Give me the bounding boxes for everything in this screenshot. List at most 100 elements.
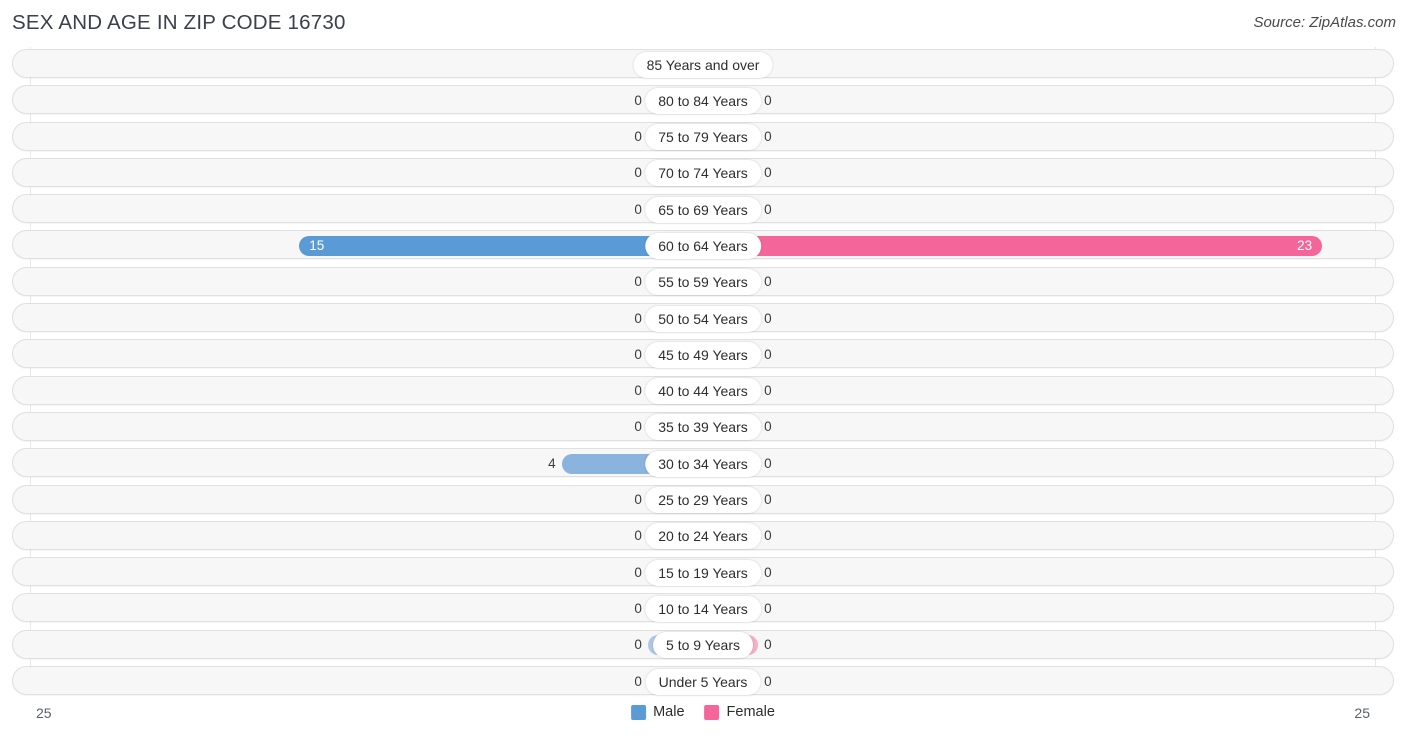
female-value-label: 0 bbox=[764, 419, 772, 435]
age-group-label: 30 to 34 Years bbox=[645, 450, 761, 477]
male-value-label: 0 bbox=[634, 564, 642, 580]
male-bar-half: 0 bbox=[30, 381, 703, 402]
age-group-label: 20 to 24 Years bbox=[645, 523, 761, 550]
male-value-label: 0 bbox=[634, 165, 642, 181]
age-group-row: 0 0 15 to 19 Years bbox=[0, 555, 1406, 591]
male-bar-half: 0 bbox=[30, 199, 703, 220]
male-bar-half: 0 bbox=[30, 562, 703, 583]
age-group-row: 0 0 45 to 49 Years bbox=[0, 337, 1406, 373]
page-title: SEX AND AGE IN ZIP CODE 16730 bbox=[12, 11, 346, 34]
age-group-row: 15 23 60 to 64 Years bbox=[0, 228, 1406, 264]
male-bar-half: 0 bbox=[30, 417, 703, 438]
female-bar-half: 0 bbox=[703, 671, 1376, 692]
female-bar-half: 0 bbox=[703, 272, 1376, 293]
male-value-label: 0 bbox=[634, 492, 642, 508]
age-group-label: 80 to 84 Years bbox=[645, 87, 761, 114]
axis-label-max: 25 bbox=[1354, 705, 1370, 721]
age-group-label: 45 to 49 Years bbox=[645, 341, 761, 368]
female-value-label: 0 bbox=[764, 346, 772, 362]
male-value-label: 0 bbox=[634, 346, 642, 362]
female-bar-half: 0 bbox=[703, 344, 1376, 365]
male-bar-half: 0 bbox=[30, 90, 703, 111]
legend-item-female[interactable]: Female bbox=[704, 704, 775, 720]
age-group-label: 40 to 44 Years bbox=[645, 378, 761, 405]
source-attribution: Source: ZipAtlas.com bbox=[1253, 14, 1396, 31]
female-value-label: 0 bbox=[764, 600, 772, 616]
female-bar-half: 0 bbox=[703, 163, 1376, 184]
chart-footer: 25 25 Male Female bbox=[0, 697, 1406, 741]
female-value-label: 0 bbox=[764, 201, 772, 217]
male-value-label: 0 bbox=[634, 310, 642, 326]
age-group-row: 0 0 75 to 79 Years bbox=[0, 120, 1406, 156]
age-group-label: 25 to 29 Years bbox=[645, 487, 761, 514]
male-bar-half: 0 bbox=[30, 344, 703, 365]
age-group-row: 0085 Years and over bbox=[0, 47, 1406, 83]
female-bar-half: 0 bbox=[703, 598, 1376, 619]
age-group-row: 0 0 20 to 24 Years bbox=[0, 519, 1406, 555]
age-group-row-list: 0085 Years and over0080 to 84 Years0075 … bbox=[0, 47, 1406, 700]
legend-swatch-female-icon bbox=[704, 704, 720, 720]
chart-legend: Male Female bbox=[631, 704, 775, 720]
female-value-label: 0 bbox=[764, 92, 772, 108]
female-value-label: 0 bbox=[764, 528, 772, 544]
female-value-label: 23 bbox=[1297, 237, 1313, 253]
female-value-label: 0 bbox=[764, 383, 772, 399]
age-group-row: 0 0 35 to 39 Years bbox=[0, 410, 1406, 446]
age-group-label: 85 Years and over bbox=[633, 51, 773, 78]
female-value-label: 0 bbox=[764, 455, 772, 471]
legend-label-female: Female bbox=[726, 704, 775, 720]
legend-item-male[interactable]: Male bbox=[631, 704, 685, 720]
age-group-row: 0 0 50 to 54 Years bbox=[0, 301, 1406, 337]
age-group-label: 70 to 74 Years bbox=[645, 160, 761, 187]
male-bar[interactable]: 15 bbox=[299, 235, 703, 256]
male-value-label: 0 bbox=[634, 673, 642, 689]
male-bar-half: 0 bbox=[30, 272, 703, 293]
chart-header: SEX AND AGE IN ZIP CODE 16730 Source: Zi… bbox=[0, 0, 1406, 47]
male-value-label: 4 bbox=[548, 455, 556, 471]
female-bar-half: 0 bbox=[703, 453, 1376, 474]
age-group-label: 75 to 79 Years bbox=[645, 124, 761, 151]
female-value-label: 0 bbox=[764, 492, 772, 508]
female-bar-half: 23 bbox=[703, 235, 1376, 256]
male-bar-half: 0 bbox=[30, 598, 703, 619]
female-value-label: 0 bbox=[764, 673, 772, 689]
male-bar-half: 15 bbox=[30, 235, 703, 256]
age-group-row: 0 0 80 to 84 Years bbox=[0, 83, 1406, 119]
age-group-row: 0 0 40 to 44 Years bbox=[0, 374, 1406, 410]
male-bar-half: 0 bbox=[30, 308, 703, 329]
male-value-label: 0 bbox=[634, 419, 642, 435]
pyramid-chart-plot-area: 0085 Years and over0080 to 84 Years0075 … bbox=[0, 47, 1406, 697]
age-group-label: 65 to 69 Years bbox=[645, 196, 761, 223]
female-value-label: 0 bbox=[764, 129, 772, 145]
age-group-row: 0 0 25 to 29 Years bbox=[0, 483, 1406, 519]
legend-label-male: Male bbox=[653, 704, 685, 720]
female-bar-half: 0 bbox=[703, 635, 1376, 656]
age-group-label: 35 to 39 Years bbox=[645, 414, 761, 441]
male-value-label: 15 bbox=[309, 237, 325, 253]
age-group-label: 10 to 14 Years bbox=[645, 595, 761, 622]
age-group-row: 0 0 70 to 74 Years bbox=[0, 156, 1406, 192]
male-bar-half: 0 bbox=[30, 127, 703, 148]
male-value-label: 0 bbox=[634, 129, 642, 145]
age-group-label: 60 to 64 Years bbox=[645, 232, 761, 259]
axis-label-min: 25 bbox=[36, 705, 52, 721]
male-bar-half: 0 bbox=[30, 54, 703, 75]
age-group-label: Under 5 Years bbox=[645, 668, 761, 695]
male-value-label: 0 bbox=[634, 528, 642, 544]
age-group-row: 0 0 55 to 59 Years bbox=[0, 265, 1406, 301]
male-bar-half: 0 bbox=[30, 635, 703, 656]
female-bar[interactable]: 23 bbox=[703, 235, 1323, 256]
female-bar-half: 0 bbox=[703, 54, 1376, 75]
female-bar-half: 0 bbox=[703, 562, 1376, 583]
female-value-label: 0 bbox=[764, 564, 772, 580]
female-bar-half: 0 bbox=[703, 127, 1376, 148]
female-bar-half: 0 bbox=[703, 490, 1376, 511]
male-value-label: 0 bbox=[634, 600, 642, 616]
age-group-row: 4 0 30 to 34 Years bbox=[0, 446, 1406, 482]
male-value-label: 0 bbox=[634, 92, 642, 108]
male-value-label: 0 bbox=[634, 274, 642, 290]
age-group-row: 0 0 10 to 14 Years bbox=[0, 591, 1406, 627]
age-group-label: 50 to 54 Years bbox=[645, 305, 761, 332]
age-group-label: 55 to 59 Years bbox=[645, 269, 761, 296]
female-bar-half: 0 bbox=[703, 199, 1376, 220]
